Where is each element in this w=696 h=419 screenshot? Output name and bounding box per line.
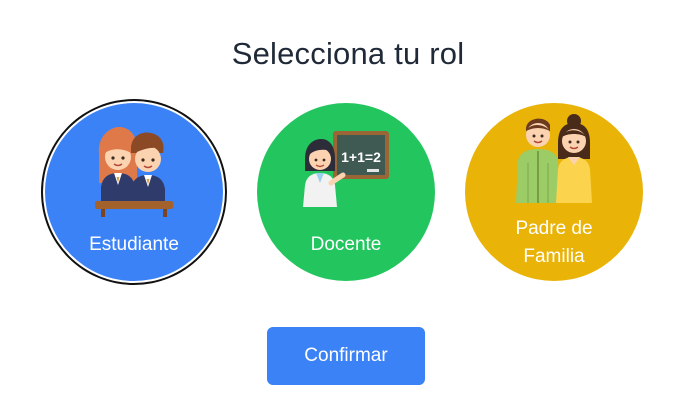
teacher-blackboard-icon: 1+1=2 [303, 131, 389, 207]
role-parent-label-line2: Familia [523, 246, 585, 267]
role-teacher-option[interactable]: 1+1=2 Docente [257, 103, 435, 281]
role-selection-page: Selecciona tu rol Estudiante 1+1=2 Docen… [0, 0, 696, 419]
parents-icon [516, 114, 592, 203]
students-icon [95, 127, 173, 217]
role-student-label: Estudiante [89, 234, 179, 255]
role-teacher-label: Docente [310, 234, 382, 255]
board-text: 1+1=2 [341, 149, 381, 165]
role-student-option[interactable]: Estudiante [45, 103, 223, 281]
role-parent-option[interactable]: Padre de Familia [465, 103, 643, 281]
role-parent-label: Padre de Familia [465, 215, 643, 271]
confirm-button[interactable]: Confirmar [267, 327, 425, 385]
role-parent-label-line1: Padre de [515, 218, 593, 239]
page-title: Selecciona tu rol [231, 36, 465, 71]
